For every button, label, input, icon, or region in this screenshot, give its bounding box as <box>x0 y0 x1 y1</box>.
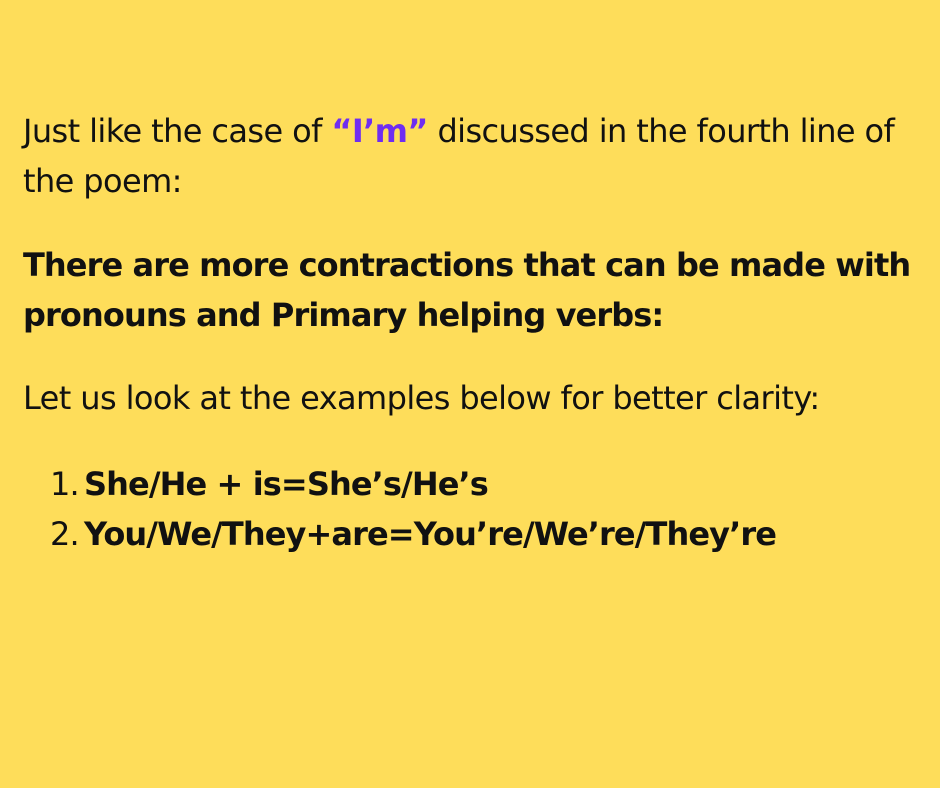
statement-paragraph: There are more contractions that can be … <box>23 246 911 334</box>
slide-content: Just like the case of “I’m” discussed in… <box>23 106 923 559</box>
intro-text-before: Just like the case of <box>23 112 332 150</box>
list-item: 2. You/We/They+are=You’re/We’re/They’re <box>50 509 923 559</box>
highlighted-contraction: “I’m” <box>331 112 428 150</box>
list-item: 1. She/He + is=She’s/He’s <box>50 459 923 509</box>
list-item-text: You/We/They+are=You’re/We’re/They’re <box>84 515 777 553</box>
examples-list: 1. She/He + is=She’s/He’s 2. You/We/They… <box>23 459 923 559</box>
list-item-number: 2. <box>50 515 80 553</box>
list-item-text: She/He + is=She’s/He’s <box>84 465 489 503</box>
lead-in-paragraph: Let us look at the examples below for be… <box>23 379 820 417</box>
list-item-number: 1. <box>50 465 80 503</box>
intro-paragraph: Just like the case of “I’m” discussed in… <box>23 106 923 206</box>
